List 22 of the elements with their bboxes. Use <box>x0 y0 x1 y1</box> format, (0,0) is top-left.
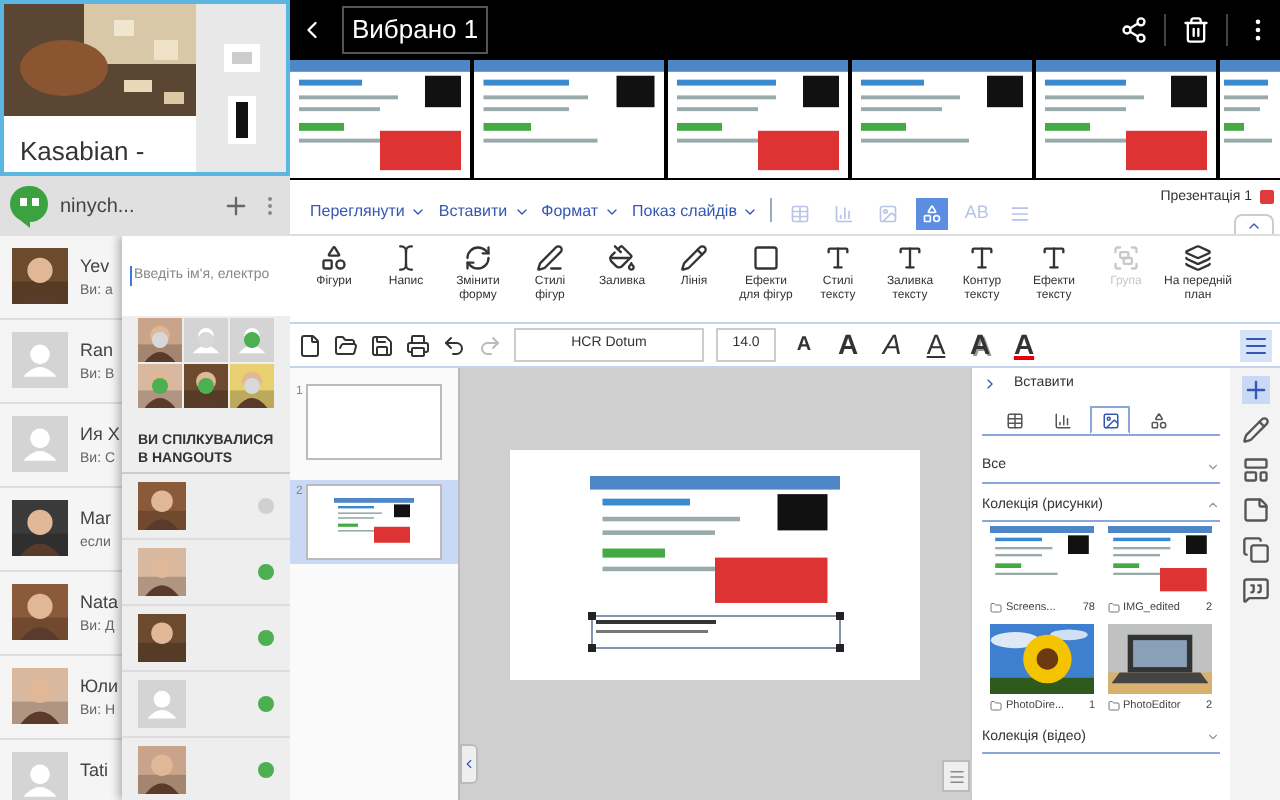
menu-tab[interactable]: Показ слайдів <box>632 200 759 234</box>
video-title: Kasabian - <box>18 134 147 170</box>
contact-name: Nata <box>80 590 119 616</box>
contact-name: Ran <box>80 338 115 364</box>
contact-row[interactable]: Tati <box>0 740 122 800</box>
format-button[interactable]: A <box>964 324 996 366</box>
video-card[interactable]: Kasabian - <box>0 0 290 176</box>
contact-name: Mar <box>80 506 111 532</box>
format-button[interactable]: A <box>1008 324 1040 366</box>
format-button[interactable]: A <box>920 324 952 366</box>
format-button[interactable]: A <box>788 330 820 360</box>
menu-tab[interactable]: Формат <box>541 200 621 234</box>
menu-tab[interactable]: Вставити <box>438 200 530 234</box>
menu-tab[interactable]: Переглянути <box>310 200 427 234</box>
contact-name: Юли <box>80 674 118 700</box>
format-button[interactable]: A <box>876 324 908 366</box>
contact-name: Yev <box>80 254 112 280</box>
contact-name: Tati <box>80 758 109 784</box>
selection-dropdown[interactable]: Вибрано 1 <box>342 6 489 54</box>
format-button[interactable]: A <box>832 324 864 366</box>
contact-name: Ия Х <box>80 422 120 448</box>
account-dropdown[interactable]: ninych... <box>60 191 151 221</box>
